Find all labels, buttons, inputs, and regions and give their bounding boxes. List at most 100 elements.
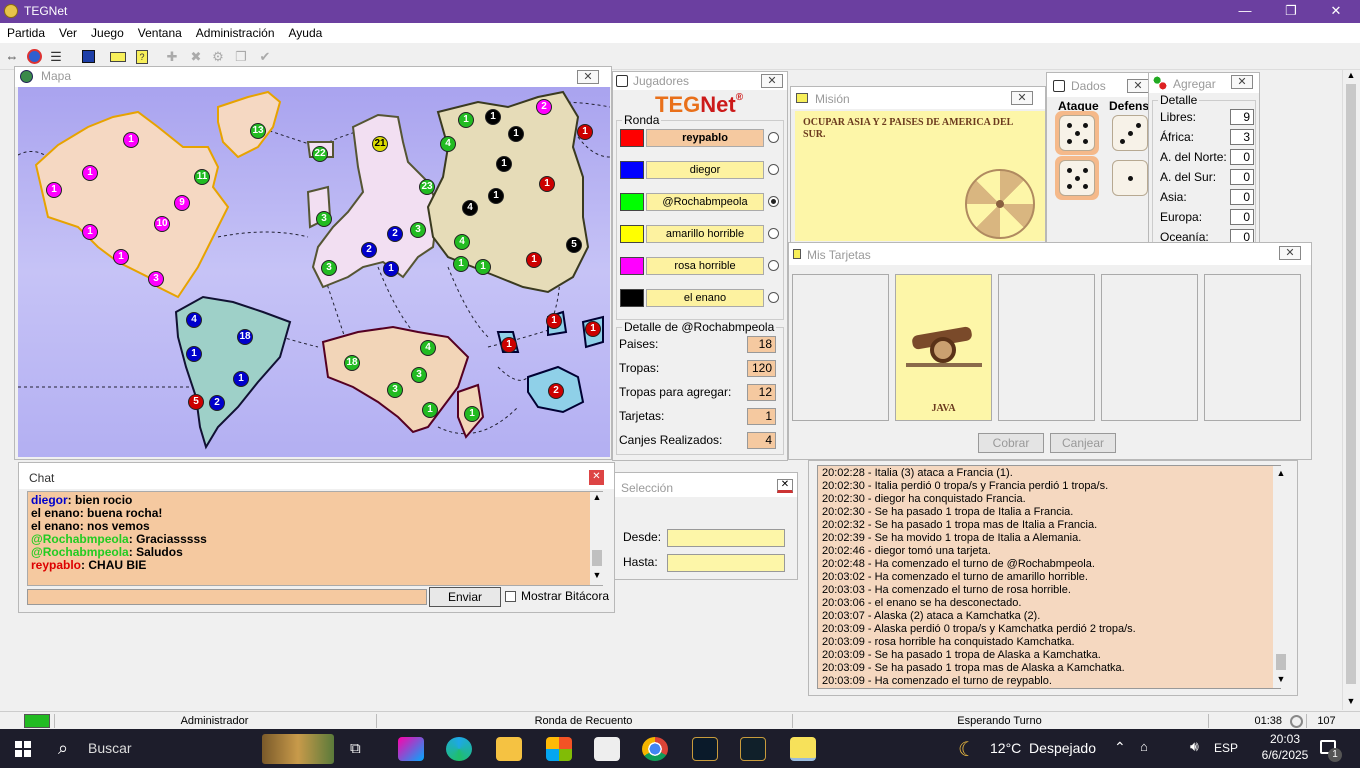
chat-scrollbar[interactable]: ▲ ▼	[590, 492, 604, 585]
copy-icon[interactable]: ❐	[231, 47, 251, 67]
army-marker[interactable]: 1	[82, 224, 98, 240]
menu-juego[interactable]: Juego	[84, 23, 131, 40]
world-map[interactable]: 1 1 1 11 9 10 1 1 3 13 22 3 21 23 2 3 2 …	[18, 87, 610, 457]
army-marker[interactable]: 1	[186, 346, 202, 362]
gear-icon[interactable]: ⚙	[208, 47, 228, 67]
clock-date[interactable]: 6/6/2025	[1250, 748, 1320, 762]
map-close-button[interactable]: ✕	[577, 70, 599, 84]
add-armies-value[interactable]: 3	[1230, 129, 1254, 145]
connect-icon[interactable]: ⇔	[2, 47, 22, 67]
dice-close-button[interactable]: ✕	[1127, 79, 1149, 93]
army-marker[interactable]: 22	[312, 146, 328, 162]
windows-start-icon[interactable]	[15, 741, 31, 757]
store-icon[interactable]	[546, 737, 572, 761]
task-view-icon[interactable]: ⧉	[350, 740, 361, 757]
add-armies-close-button[interactable]: ✕	[1231, 75, 1253, 89]
edge-icon[interactable]	[446, 737, 472, 761]
card-question-icon[interactable]: ?	[132, 47, 152, 67]
language-indicator[interactable]: ESP	[1214, 741, 1238, 755]
player-radio[interactable]	[768, 196, 779, 207]
chat-close-button[interactable]: ✕	[589, 470, 604, 485]
player-radio[interactable]	[768, 164, 779, 175]
army-marker[interactable]: 1	[475, 259, 491, 275]
army-marker[interactable]: 3	[316, 211, 332, 227]
copilot-icon[interactable]	[398, 737, 424, 761]
minimize-button[interactable]: —	[1222, 0, 1268, 23]
show-log-checkbox[interactable]	[505, 591, 516, 602]
list-icon[interactable]: ☰	[46, 47, 66, 67]
menu-ver[interactable]: Ver	[52, 23, 84, 40]
player-radio[interactable]	[768, 260, 779, 271]
check-icon[interactable]: ✔	[255, 47, 275, 67]
card-java[interactable]: JAVA	[895, 274, 992, 421]
army-marker[interactable]: 4	[420, 340, 436, 356]
army-marker[interactable]: 1	[501, 337, 517, 353]
army-marker[interactable]: 11	[194, 169, 210, 185]
add-icon[interactable]: ✚	[162, 47, 182, 67]
log-scrollbar[interactable]: ▲ ▼	[1273, 466, 1289, 688]
army-marker[interactable]: 1	[113, 249, 129, 265]
league-icon[interactable]	[692, 737, 718, 761]
army-marker[interactable]: 5	[566, 237, 582, 253]
players-close-button[interactable]: ✕	[761, 74, 783, 88]
army-marker[interactable]: 4	[462, 200, 478, 216]
maximize-button[interactable]: ❐	[1268, 0, 1314, 23]
army-marker[interactable]: 1	[539, 176, 555, 192]
main-scrollbar[interactable]: ▲ ▼	[1342, 70, 1358, 710]
chrome-icon[interactable]	[642, 737, 668, 761]
player-radio[interactable]	[768, 228, 779, 239]
cobrar-button[interactable]: Cobrar	[978, 433, 1044, 453]
army-marker[interactable]: 2	[209, 395, 225, 411]
army-marker[interactable]: 3	[411, 367, 427, 383]
army-marker[interactable]: 23	[419, 179, 435, 195]
army-marker[interactable]: 1	[464, 406, 480, 422]
cross-icon[interactable]: ✖	[186, 47, 206, 67]
army-marker[interactable]: 3	[148, 271, 164, 287]
cards-close-button[interactable]: ✕	[1279, 246, 1301, 260]
menu-ayuda[interactable]: Ayuda	[282, 23, 330, 40]
army-marker[interactable]: 1	[508, 126, 524, 142]
army-marker[interactable]: 4	[440, 136, 456, 152]
add-armies-value[interactable]: 0	[1230, 189, 1254, 205]
army-marker[interactable]: 10	[154, 216, 170, 232]
army-marker[interactable]: 1	[453, 256, 469, 272]
menu-administracion[interactable]: Administración	[189, 23, 282, 40]
army-marker[interactable]: 1	[496, 156, 512, 172]
card-icon[interactable]	[108, 47, 128, 67]
save-icon[interactable]	[78, 47, 98, 67]
league-client-icon[interactable]	[740, 737, 766, 761]
army-marker[interactable]: 1	[82, 165, 98, 181]
army-marker[interactable]: 18	[344, 355, 360, 371]
close-button[interactable]: ✕	[1313, 0, 1359, 23]
army-marker[interactable]: 2	[548, 383, 564, 399]
player-radio[interactable]	[768, 292, 779, 303]
army-marker[interactable]: 1	[488, 188, 504, 204]
army-marker[interactable]: 3	[410, 222, 426, 238]
menu-partida[interactable]: Partida	[0, 23, 52, 40]
army-marker[interactable]: 1	[458, 112, 474, 128]
mail-icon[interactable]	[594, 737, 620, 761]
army-marker[interactable]: 3	[321, 260, 337, 276]
army-marker[interactable]: 1	[123, 132, 139, 148]
army-marker[interactable]: 2	[536, 99, 552, 115]
player-radio[interactable]	[768, 132, 779, 143]
globe-icon[interactable]	[24, 47, 44, 67]
menu-ventana[interactable]: Ventana	[131, 23, 189, 40]
army-marker[interactable]: 1	[422, 402, 438, 418]
taskbar-search[interactable]: Buscar	[88, 740, 132, 756]
add-armies-value[interactable]: 0	[1230, 209, 1254, 225]
chat-messages[interactable]: diegor: bien rocio el enano: buena rocha…	[27, 491, 603, 586]
army-marker[interactable]: 13	[250, 123, 266, 139]
chat-input[interactable]	[27, 589, 427, 605]
log-area[interactable]: 20:02:28 - Italia (3) ataca a Francia (1…	[817, 465, 1281, 689]
army-marker[interactable]: 3	[387, 382, 403, 398]
tray-chevron-icon[interactable]: ⌃	[1114, 739, 1126, 756]
army-marker[interactable]: 4	[186, 312, 202, 328]
clock-time[interactable]: 20:03	[1250, 732, 1320, 746]
hasta-field[interactable]	[667, 554, 785, 572]
army-marker[interactable]: 1	[383, 261, 399, 277]
army-marker[interactable]: 21	[372, 136, 388, 152]
army-marker[interactable]: 1	[526, 252, 542, 268]
army-marker[interactable]: 1	[546, 313, 562, 329]
army-marker[interactable]: 2	[361, 242, 377, 258]
